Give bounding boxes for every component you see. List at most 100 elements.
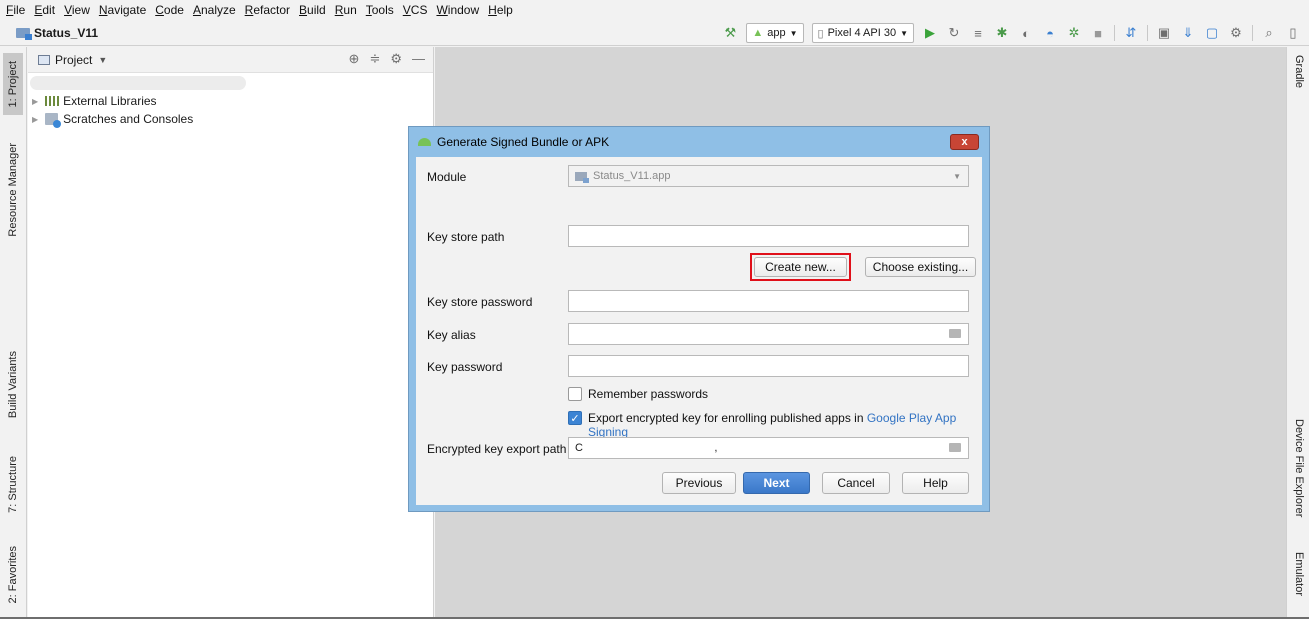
remember-passwords-checkbox[interactable] [568, 387, 582, 401]
menu-navigate[interactable]: Navigate [99, 3, 146, 17]
menu-build[interactable]: Build [299, 3, 326, 17]
tab-build-variants[interactable]: Build Variants [3, 342, 23, 427]
collapse-all-icon[interactable]: ≑ [369, 51, 380, 67]
tree-item-scratches[interactable]: ▶ Scratches and Consoles [32, 110, 193, 128]
project-panel-tools: ⊕ ≑ ⚙ — [349, 51, 425, 67]
tab-gradle[interactable]: Gradle [1289, 55, 1309, 105]
tree-item-label: Scratches and Consoles [63, 112, 194, 126]
menu-code[interactable]: Code [155, 3, 184, 17]
key-password-field[interactable] [568, 355, 969, 377]
run-config-dropdown[interactable]: ▲ app ▼ [746, 23, 804, 43]
account-icon[interactable]: ▯ [1285, 25, 1301, 41]
menu-view[interactable]: View [64, 3, 90, 17]
menu-help[interactable]: Help [488, 3, 513, 17]
device-icon: ▯ [817, 27, 824, 40]
menu-vcs[interactable]: VCS [403, 3, 428, 17]
project-panel-header: Project ▼ ⊕ ≑ ⚙ — [28, 47, 433, 73]
menu-file[interactable]: File [6, 3, 25, 17]
hammer-icon[interactable]: ⚒ [722, 25, 738, 41]
tab-favorites[interactable]: 2: Favorites [3, 537, 23, 612]
run-icon[interactable]: ▶ [922, 25, 938, 41]
run-config-label: app [767, 27, 786, 39]
tab-emulator[interactable]: Emulator [1289, 552, 1309, 612]
navigation-bar: Status_V11 ⚒ ▲ app ▼ ▯ Pixel 4 API 30 ▼ … [0, 20, 1309, 46]
project-view-selector[interactable]: Project [55, 53, 92, 67]
key-store-password-field[interactable] [568, 290, 969, 312]
module-icon [575, 171, 589, 183]
redacted-project-root[interactable] [30, 76, 246, 90]
dialog-body: Module Status_V11.app ▼ Key store path C… [416, 157, 982, 505]
signed-apk-dialog: Generate Signed Bundle or APK x Module S… [408, 126, 990, 512]
previous-button[interactable]: Previous [662, 472, 736, 494]
chevron-down-icon: ▼ [953, 172, 961, 181]
sdk-manager-icon[interactable]: ⇓ [1180, 25, 1196, 41]
sync-icon[interactable]: ⇵ [1123, 25, 1139, 41]
export-path-field[interactable]: C , [568, 437, 969, 459]
debug-icon[interactable]: ✱ [994, 25, 1010, 41]
tab-device-file-explorer[interactable]: Device File Explorer [1289, 419, 1309, 529]
chevron-down-icon: ▼ [900, 28, 908, 38]
folder-icon[interactable] [949, 443, 961, 452]
key-alias-label: Key alias [427, 328, 476, 342]
help-button[interactable]: Help [902, 472, 969, 494]
left-tool-strip: 1: Project Resource Manager Build Varian… [0, 47, 27, 619]
export-encrypted-key-checkbox[interactable]: ✓ [568, 411, 582, 425]
expand-arrow-icon[interactable]: ▶ [32, 97, 38, 106]
device-manager-icon[interactable]: ⚙ [1228, 25, 1244, 41]
minimize-icon[interactable]: — [412, 51, 425, 67]
menu-window[interactable]: Window [436, 3, 479, 17]
export-path-value: C , [575, 442, 718, 454]
coverage-icon[interactable]: ◓ [1042, 25, 1058, 41]
next-button[interactable]: Next [743, 472, 810, 494]
tree-item-external-libraries[interactable]: ▶ External Libraries [32, 92, 157, 110]
profile-icon[interactable]: ◐ [1018, 25, 1034, 41]
device-label: Pixel 4 API 30 [827, 27, 897, 39]
chevron-down-icon[interactable]: ▼ [98, 55, 107, 65]
expand-arrow-icon[interactable]: ▶ [32, 115, 38, 124]
tab-structure[interactable]: 7: Structure [3, 447, 23, 522]
gear-icon[interactable]: ⚙ [390, 51, 402, 67]
module-dropdown[interactable]: Status_V11.app ▼ [568, 165, 969, 187]
attach-debugger-icon[interactable]: ✲ [1066, 25, 1082, 41]
toolbar-separator [1147, 25, 1148, 41]
export-encrypted-key-label: Export encrypted key for enrolling publi… [588, 411, 982, 439]
dialog-title-bar[interactable]: Generate Signed Bundle or APK [409, 127, 989, 157]
android-icon: ▲ [752, 27, 764, 39]
avd-manager-icon[interactable]: ▢ [1204, 25, 1220, 41]
create-new-button[interactable]: Create new... [754, 257, 847, 277]
toolbar-separator [1114, 25, 1115, 41]
apply-changes-icon[interactable]: ↻ [946, 25, 962, 41]
choose-existing-button[interactable]: Choose existing... [865, 257, 976, 277]
tab-resource-manager[interactable]: Resource Manager [3, 135, 23, 245]
tab-project[interactable]: 1: Project [3, 53, 23, 115]
locate-icon[interactable]: ⊕ [349, 51, 360, 67]
menu-bar: File Edit View Navigate Code Analyze Ref… [0, 0, 1309, 20]
library-icon [45, 96, 60, 106]
cancel-button[interactable]: Cancel [822, 472, 890, 494]
main-toolbar: ⚒ ▲ app ▼ ▯ Pixel 4 API 30 ▼ ▶ ↻ ≡ ✱ ◐ ◓… [722, 22, 1301, 44]
toolbar-separator [1252, 25, 1253, 41]
key-password-label: Key password [427, 360, 503, 374]
scratches-icon [45, 113, 62, 128]
right-tool-strip: Gradle Device File Explorer Emulator [1286, 47, 1309, 619]
close-button[interactable]: x [950, 134, 979, 150]
key-alias-field[interactable] [568, 323, 969, 345]
project-folder-icon [16, 27, 32, 40]
breadcrumb[interactable]: Status_V11 [16, 26, 98, 40]
export-path-label: Encrypted key export path [427, 442, 567, 456]
folder-icon[interactable] [949, 329, 961, 338]
menu-edit[interactable]: Edit [34, 3, 55, 17]
menu-tools[interactable]: Tools [366, 3, 394, 17]
menu-refactor[interactable]: Refactor [245, 3, 290, 17]
search-icon[interactable]: ⌕ [1261, 25, 1277, 41]
tree-item-label: External Libraries [63, 94, 157, 108]
layout-inspector-icon[interactable]: ▣ [1156, 25, 1172, 41]
menu-run[interactable]: Run [335, 3, 357, 17]
key-store-path-field[interactable] [568, 225, 969, 247]
key-store-password-label: Key store password [427, 295, 533, 309]
export-text: Export encrypted key for enrolling publi… [588, 411, 864, 425]
stop-icon[interactable]: ■ [1090, 25, 1106, 41]
device-dropdown[interactable]: ▯ Pixel 4 API 30 ▼ [811, 23, 914, 43]
menu-analyze[interactable]: Analyze [193, 3, 236, 17]
apply-code-changes-icon[interactable]: ≡ [970, 25, 986, 41]
